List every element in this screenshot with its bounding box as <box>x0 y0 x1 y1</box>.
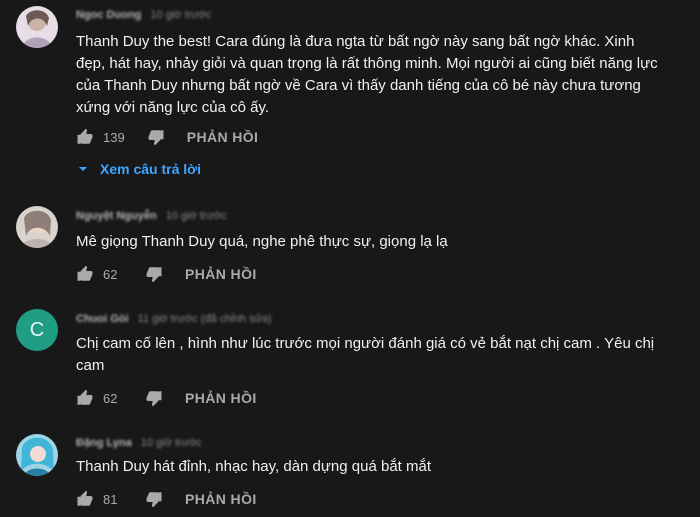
avatar-letter: C <box>29 318 45 341</box>
comment-meta: Chuoi Gòi 11 giờ trước (đã chỉnh sửa) <box>76 313 272 325</box>
author-name[interactable]: Ngoc Duong <box>76 9 141 21</box>
timestamp[interactable]: 11 giờ trước (đã chỉnh sửa) <box>138 313 272 325</box>
view-replies-label: Xem câu trả lời <box>100 161 201 177</box>
avatar[interactable] <box>16 434 58 476</box>
comment-4: Đặng Lyna 10 giờ trước Thanh Duy hát đỉn… <box>0 428 700 517</box>
thumbs-up-icon[interactable] <box>76 128 94 146</box>
avatar[interactable] <box>16 206 58 248</box>
author-name[interactable]: Chuoi Gòi <box>76 313 129 325</box>
reply-button[interactable]: PHẢN HỒI <box>185 390 257 406</box>
thumbs-down-icon[interactable] <box>145 490 163 508</box>
comment-text: Thanh Duy hát đỉnh, nhạc hay, dàn dựng q… <box>76 458 432 475</box>
thumbs-down-icon[interactable] <box>145 265 163 283</box>
comment-2: Nguyệt Nguyễn 10 giờ trước Mê giọng Than… <box>0 200 700 295</box>
profile-photo-icon <box>16 6 58 48</box>
like-count: 62 <box>103 266 118 282</box>
thumbs-up-icon[interactable] <box>76 490 94 508</box>
caret-down-icon <box>79 167 87 171</box>
avatar[interactable]: C <box>16 309 58 351</box>
comment-actions: 139 PHẢN HỒI <box>76 127 258 147</box>
reply-button[interactable]: PHẢN HỒI <box>185 491 257 507</box>
thumbs-down-icon[interactable] <box>147 128 165 146</box>
like-count: 81 <box>103 491 118 507</box>
profile-photo-icon <box>16 434 58 476</box>
comment-meta: Nguyệt Nguyễn 10 giờ trước <box>76 210 227 222</box>
comment-actions: 62 PHẢN HỒI <box>76 264 257 284</box>
comment-3: C Chuoi Gòi 11 giờ trước (đã chỉnh sửa) … <box>0 303 700 413</box>
comment-text: Chị cam cố lên , hình như lúc trước mọi … <box>76 335 655 374</box>
author-name[interactable]: Nguyệt Nguyễn <box>76 210 157 222</box>
timestamp[interactable]: 10 giờ trước <box>166 210 227 222</box>
comment-1: Ngoc Duong 10 giờ trước Thanh Duy the be… <box>0 0 700 150</box>
avatar[interactable] <box>16 6 58 48</box>
thumbs-up-icon[interactable] <box>76 265 94 283</box>
like-count: 62 <box>103 390 118 406</box>
thumbs-up-icon[interactable] <box>76 389 94 407</box>
view-replies-button[interactable]: Xem câu trả lời <box>76 158 201 180</box>
thumbs-down-icon[interactable] <box>145 389 163 407</box>
comment-text: Mê giọng Thanh Duy quá, nghe phê thực sự… <box>76 233 448 250</box>
comment-text: Thanh Duy the best! Cara đúng là đưa ngt… <box>76 33 658 116</box>
reply-button[interactable]: PHẢN HỒI <box>185 266 257 282</box>
comment-meta: Ngoc Duong 10 giờ trước <box>76 9 211 21</box>
reply-button[interactable]: PHẢN HỒI <box>187 129 259 145</box>
comment-actions: 62 PHẢN HỒI <box>76 388 257 408</box>
comment-meta: Đặng Lyna 10 giờ trước <box>76 437 202 449</box>
profile-photo-icon <box>16 206 58 248</box>
comment-actions: 81 PHẢN HỒI <box>76 489 257 509</box>
like-count: 139 <box>103 129 125 145</box>
timestamp[interactable]: 10 giờ trước <box>150 9 211 21</box>
timestamp[interactable]: 10 giờ trước <box>141 437 202 449</box>
author-name[interactable]: Đặng Lyna <box>76 437 132 449</box>
